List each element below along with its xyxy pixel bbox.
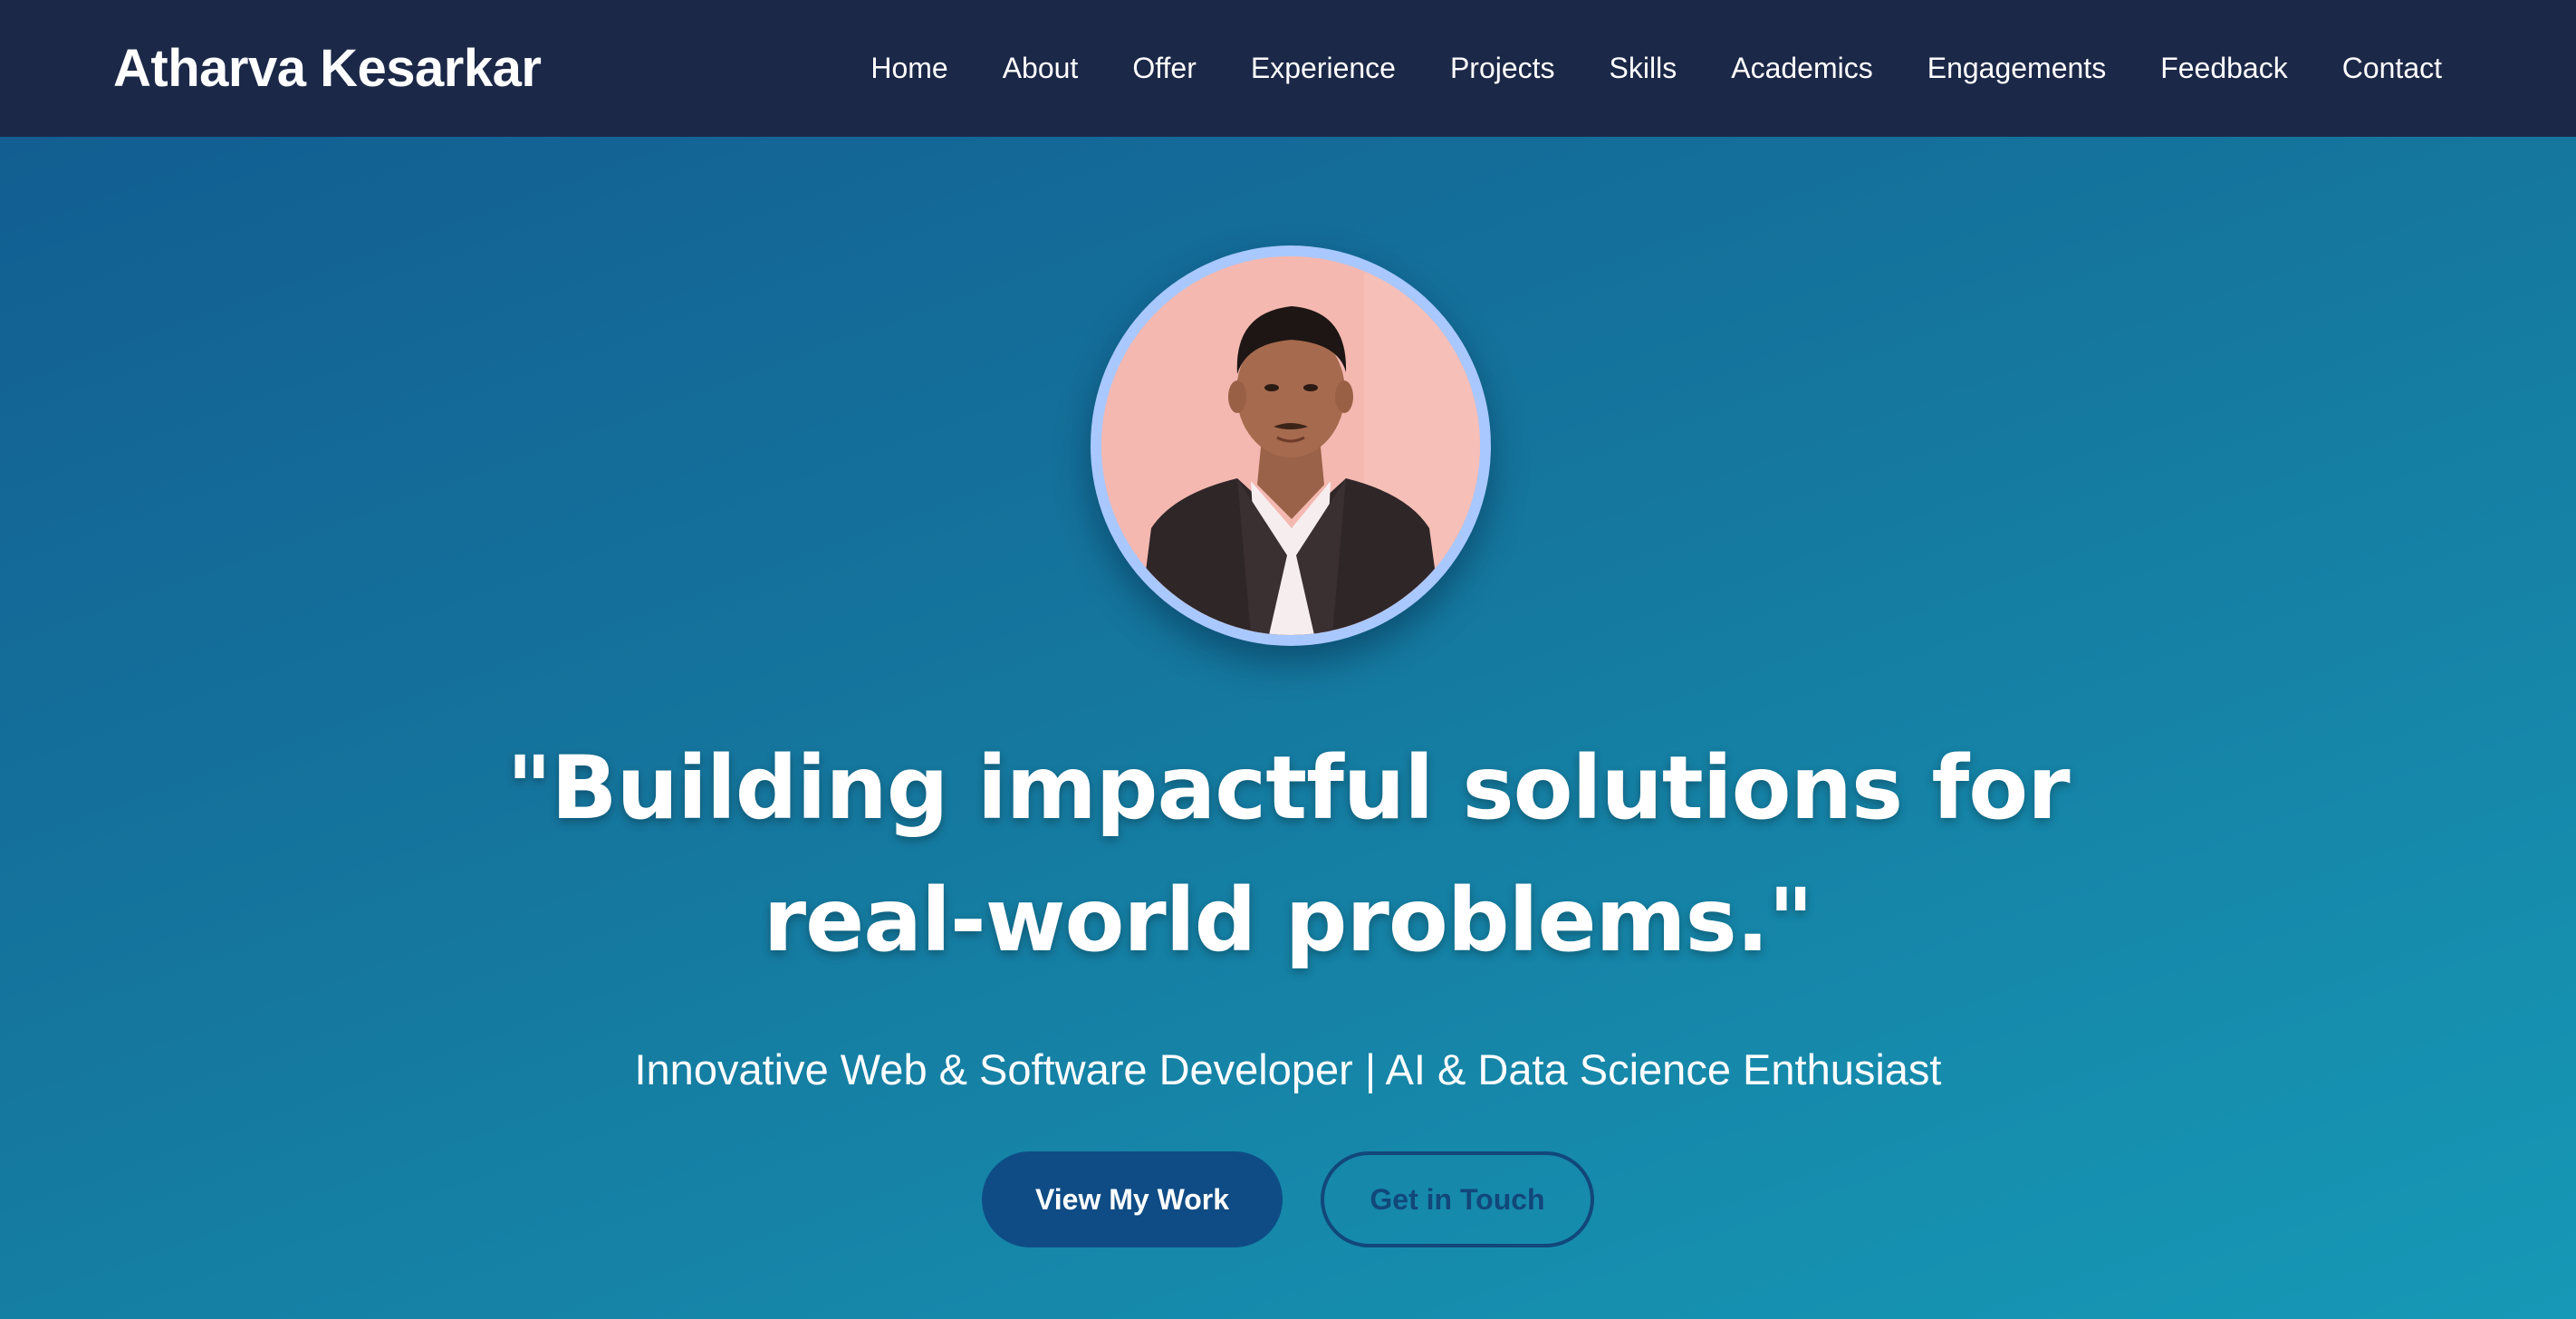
top-navbar: Atharva Kesarkar Home About Offer Experi… <box>0 0 2576 137</box>
profile-avatar <box>1101 256 1480 635</box>
view-my-work-button[interactable]: View My Work <box>982 1151 1283 1247</box>
nav-link-contact[interactable]: Contact <box>2342 52 2442 85</box>
nav-link-experience[interactable]: Experience <box>1251 52 1396 85</box>
profile-avatar-ring <box>1091 246 1491 646</box>
nav-link-about[interactable]: About <box>1003 52 1079 85</box>
page: Atharva Kesarkar Home About Offer Experi… <box>0 0 2576 1319</box>
nav-link-home[interactable]: Home <box>870 52 947 85</box>
nav-link-offer[interactable]: Offer <box>1132 52 1197 85</box>
nav-link-academics[interactable]: Academics <box>1731 52 1873 85</box>
nav-link-engagements[interactable]: Engagements <box>1927 52 2106 85</box>
brand-logo-text[interactable]: Atharva Kesarkar <box>113 38 542 99</box>
get-in-touch-button[interactable]: Get in Touch <box>1321 1151 1594 1247</box>
nav-links: Home About Offer Experience Projects Ski… <box>870 52 2442 85</box>
nav-link-skills[interactable]: Skills <box>1610 52 1677 85</box>
hero-headline: "Building impactful solutions for real-w… <box>506 737 2070 971</box>
hero-cta-row: View My Work Get in Touch <box>0 1151 2576 1247</box>
hero-section: "Building impactful solutions for real-w… <box>0 137 2576 1319</box>
profile-portrait-image <box>1101 256 1480 635</box>
hero-tagline: Innovative Web & Software Developer | AI… <box>634 1045 1942 1093</box>
nav-link-feedback[interactable]: Feedback <box>2160 52 2288 85</box>
nav-link-projects[interactable]: Projects <box>1450 52 1555 85</box>
